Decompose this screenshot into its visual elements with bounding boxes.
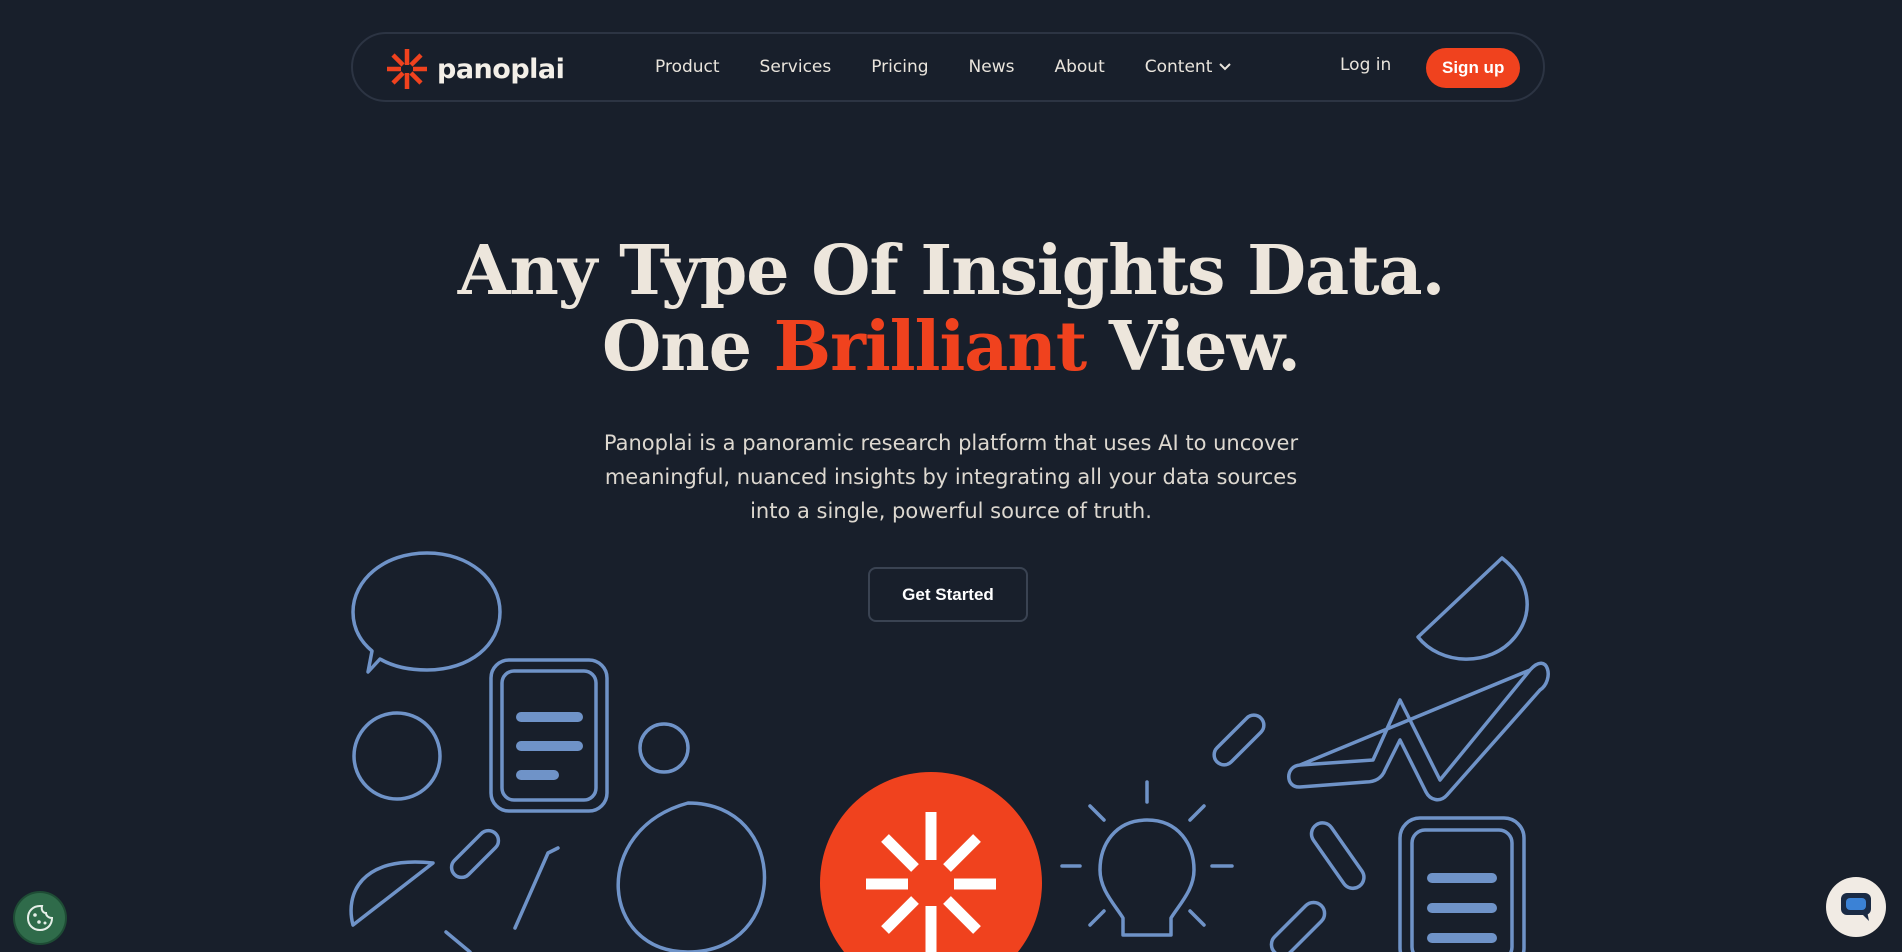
trend-arrow-icon [1287, 661, 1550, 802]
lightbulb-icon [1060, 780, 1234, 937]
chat-widget-button[interactable] [1826, 877, 1886, 937]
half-circle-icon [349, 860, 435, 927]
pill-shape-icon [449, 828, 501, 880]
large-speech-bubble-icon [616, 801, 767, 952]
center-logo-badge [820, 772, 1042, 952]
pill-shape-icon-diagonal [1309, 821, 1366, 891]
cookie-settings-button[interactable] [15, 893, 65, 943]
pill-shape-icon-lower [1269, 900, 1327, 952]
document-icon-right [1398, 816, 1526, 952]
document-icon [489, 658, 609, 813]
circle-shape-icon [352, 711, 442, 801]
speech-bubble-icon [351, 551, 502, 674]
cookie-icon [26, 905, 54, 932]
half-circle-icon-right [1416, 556, 1529, 661]
small-circle-icon [638, 722, 690, 774]
hero-illustration [349, 551, 1550, 952]
pill-shape-icon-right [1212, 713, 1266, 767]
chat-bubble-icon [1841, 893, 1871, 921]
trend-line-icon [444, 846, 560, 952]
